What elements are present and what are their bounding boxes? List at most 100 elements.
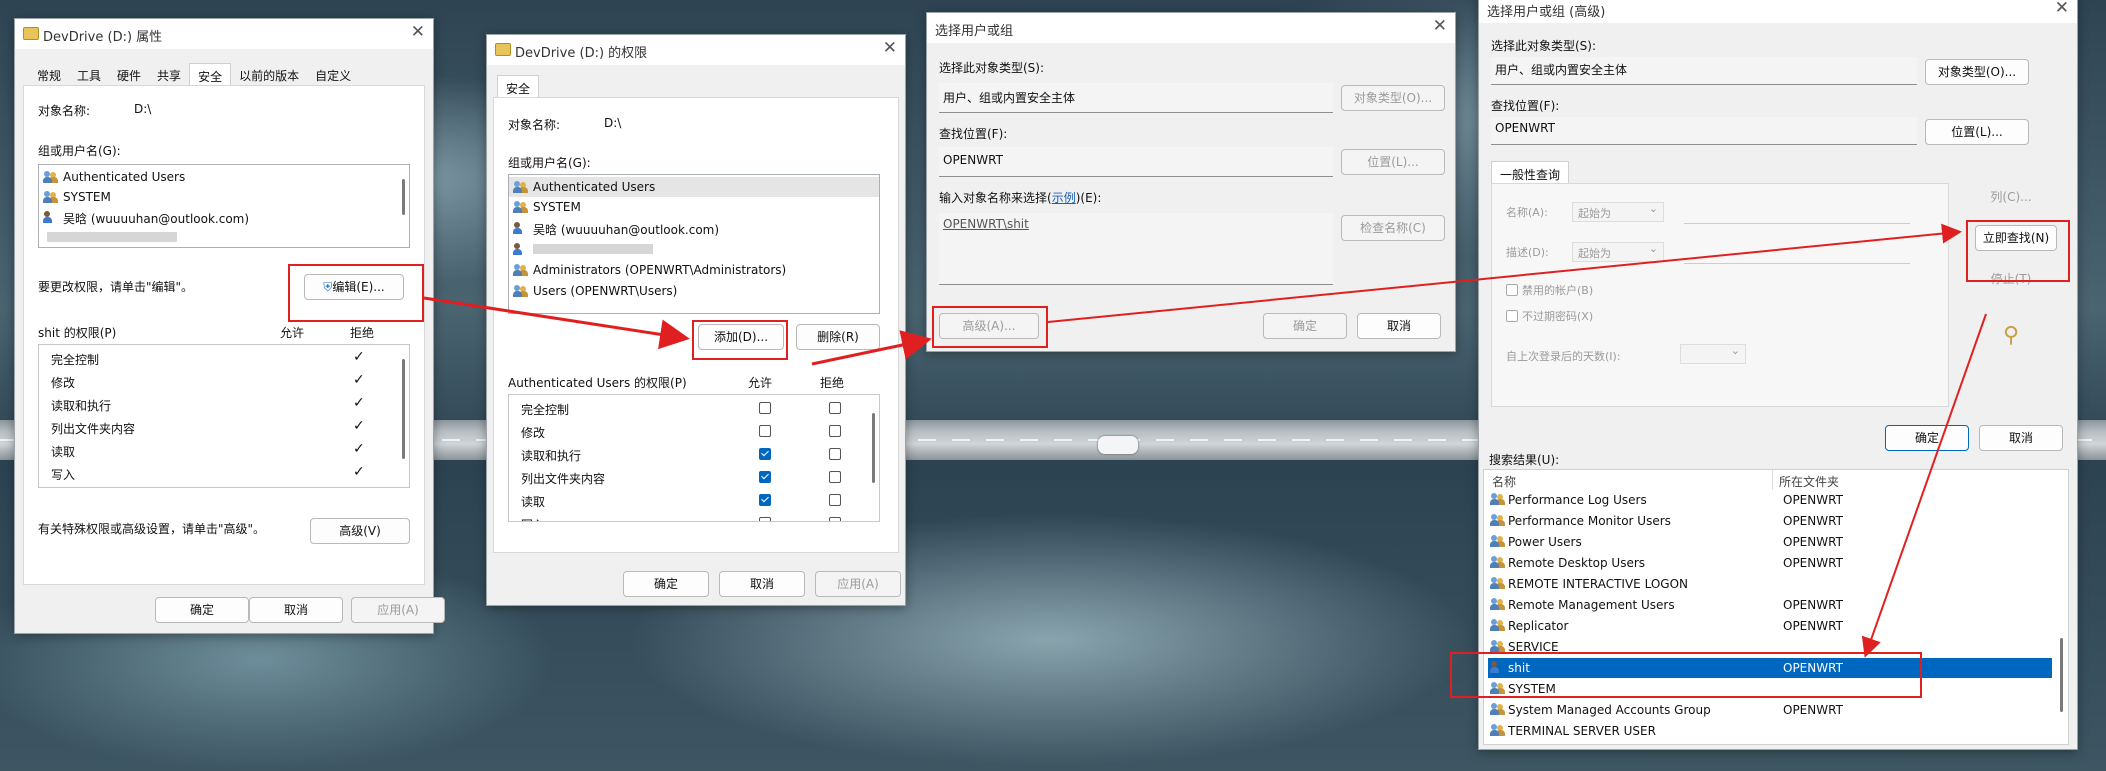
list-item[interactable]: Authenticated Users xyxy=(509,177,879,197)
remove-button[interactable]: 删除(R) xyxy=(796,324,880,350)
close-icon[interactable]: ✕ xyxy=(883,38,897,58)
perm-row: 完全控制 xyxy=(509,401,879,417)
result-folder: OPENWRT xyxy=(1783,535,1843,549)
security-panel: 对象名称: D:\ 组或用户名(G): Authenticated Users … xyxy=(23,85,425,585)
table-row[interactable]: System Managed Accounts Group OPENWRT xyxy=(1488,700,2052,720)
object-type-field: 用户、组或内置安全主体 xyxy=(939,83,1333,113)
titlebar: 选择用户或组 ✕ xyxy=(927,13,1455,43)
ok-button[interactable]: 确定 xyxy=(623,571,709,597)
disabled-accounts-checkbox[interactable] xyxy=(1506,284,1518,296)
apply-button[interactable]: 应用(A) xyxy=(815,571,901,597)
users-list[interactable]: Authenticated Users SYSTEM 吴晗 (wuuuuhan@… xyxy=(508,174,880,314)
scrollbar[interactable] xyxy=(402,359,405,459)
allow-checkbox[interactable] xyxy=(759,425,771,437)
perm-name: 列出文件夹内容 xyxy=(51,422,136,436)
deny-check-icon: ✓ xyxy=(353,441,365,457)
column-header-name[interactable]: 名称 xyxy=(1492,473,1516,490)
blurred-entry xyxy=(47,232,177,242)
ok-button[interactable]: 确定 xyxy=(1263,313,1347,339)
result-folder: OPENWRT xyxy=(1783,619,1843,633)
scrollbar[interactable] xyxy=(2060,638,2063,712)
cancel-button[interactable]: 取消 xyxy=(1357,313,1441,339)
advanced-button[interactable]: 高级(V) xyxy=(310,518,410,544)
perm-row: 读取和执行 ✓ xyxy=(39,395,409,413)
name-query-input[interactable] xyxy=(1684,198,1910,224)
object-types-button[interactable]: 对象类型(O)... xyxy=(1341,85,1445,111)
allow-checkbox[interactable] xyxy=(759,402,771,414)
users-icon xyxy=(1490,598,1506,611)
list-item[interactable]: Authenticated Users xyxy=(39,169,409,185)
locations-button[interactable]: 位置(L)... xyxy=(1925,119,2029,145)
scrollbar[interactable] xyxy=(872,413,875,483)
table-row[interactable]: Remote Desktop Users OPENWRT xyxy=(1488,553,2052,573)
deny-checkbox[interactable] xyxy=(829,494,841,506)
enter-names-label: 输入对象名称来选择(示例)(E): xyxy=(939,189,1101,206)
users-icon xyxy=(1490,514,1506,527)
check-names-button[interactable]: 检查名称(C) xyxy=(1341,215,1445,241)
apply-button[interactable]: 应用(A) xyxy=(351,597,445,623)
deny-checkbox[interactable] xyxy=(829,425,841,437)
list-item[interactable]: 吴晗 (wuuuuhan@outlook.com) xyxy=(509,220,879,237)
table-row[interactable]: Replicator OPENWRT xyxy=(1488,616,2052,636)
users-icon xyxy=(513,285,529,298)
list-item[interactable]: Users (OPENWRT\Users) xyxy=(509,283,879,299)
list-item[interactable]: 吴晗 (wuuuuhan@outlook.com) xyxy=(39,209,409,226)
ok-button[interactable]: 确定 xyxy=(1885,425,1969,451)
name-condition-select[interactable]: 起始为 xyxy=(1572,202,1664,222)
examples-link[interactable]: 示例 xyxy=(1052,191,1076,205)
description-condition-select[interactable]: 起始为 xyxy=(1572,242,1664,262)
users-icon xyxy=(513,264,529,277)
allow-checkbox[interactable] xyxy=(759,517,771,521)
enter-label-text-end: )(E): xyxy=(1075,191,1102,205)
deny-checkbox[interactable] xyxy=(829,517,841,521)
users-icon xyxy=(43,171,59,184)
object-types-button[interactable]: 对象类型(O)... xyxy=(1925,59,2029,85)
close-icon[interactable]: ✕ xyxy=(1433,16,1447,36)
deny-checkbox[interactable] xyxy=(829,471,841,483)
edit-hint: 要更改权限，请单击"编辑"。 xyxy=(38,280,194,294)
table-row[interactable]: TERMINAL SERVER USER xyxy=(1488,721,2052,741)
list-item[interactable]: SYSTEM xyxy=(509,199,879,215)
locations-button[interactable]: 位置(L)... xyxy=(1341,149,1445,175)
cancel-button[interactable]: 取消 xyxy=(1979,425,2063,451)
perm-row: 完全控制 ✓ xyxy=(39,349,409,367)
user-name: SYSTEM xyxy=(533,200,581,214)
result-folder: OPENWRT xyxy=(1783,598,1843,612)
table-row[interactable]: Performance Monitor Users OPENWRT xyxy=(1488,511,2052,531)
perm-name: 读取 xyxy=(521,495,546,509)
table-row[interactable]: Remote Management Users OPENWRT xyxy=(1488,595,2052,615)
close-icon[interactable]: ✕ xyxy=(2055,0,2069,18)
search-results-list[interactable]: 名称 所在文件夹 Performance Log Users OPENWRT Per… xyxy=(1483,469,2069,745)
table-row[interactable]: REMOTE INTERACTIVE LOGON xyxy=(1488,574,2052,594)
deny-checkbox[interactable] xyxy=(829,448,841,460)
deny-checkbox[interactable] xyxy=(829,402,841,414)
ok-button[interactable]: 确定 xyxy=(155,597,249,623)
advanced-hint: 有关特殊权限或高级设置，请单击"高级"。 xyxy=(38,522,266,536)
list-item[interactable]: SYSTEM xyxy=(39,189,409,205)
result-folder: OPENWRT xyxy=(1783,556,1843,570)
cancel-button[interactable]: 取消 xyxy=(249,597,343,623)
users-list[interactable]: Authenticated Users SYSTEM 吴晗 (wuuuuhan@… xyxy=(38,164,410,248)
list-item[interactable]: Administrators (OPENWRT\Administrators) xyxy=(509,262,879,278)
blurred-list-item[interactable] xyxy=(509,241,879,257)
location-label: 查找位置(F): xyxy=(1491,99,1560,113)
allow-checkbox[interactable] xyxy=(759,471,771,483)
table-row[interactable]: Power Users OPENWRT xyxy=(1488,532,2052,552)
annotation-box-add xyxy=(692,320,788,360)
object-name-label: 对象名称: xyxy=(38,104,91,118)
allow-checkbox[interactable] xyxy=(759,448,771,460)
table-row[interactable]: Performance Log Users OPENWRT xyxy=(1488,490,2052,510)
object-names-input[interactable]: OPENWRT\shit xyxy=(939,213,1333,285)
cancel-button[interactable]: 取消 xyxy=(719,571,805,597)
days-since-logon-select[interactable] xyxy=(1680,344,1746,364)
blurred-list-item[interactable] xyxy=(39,229,409,245)
allow-checkbox[interactable] xyxy=(759,494,771,506)
enter-label-text: 输入对象名称来选择( xyxy=(939,191,1052,205)
non-expiring-password-checkbox[interactable] xyxy=(1506,310,1518,322)
close-icon[interactable]: ✕ xyxy=(411,22,425,42)
scrollbar[interactable] xyxy=(402,179,405,215)
columns-button[interactable]: 列(C)... xyxy=(1965,185,2057,211)
description-query-input[interactable] xyxy=(1684,238,1910,264)
column-header-folder[interactable]: 所在文件夹 xyxy=(1779,473,1839,490)
annotation-box-edit xyxy=(288,264,424,322)
